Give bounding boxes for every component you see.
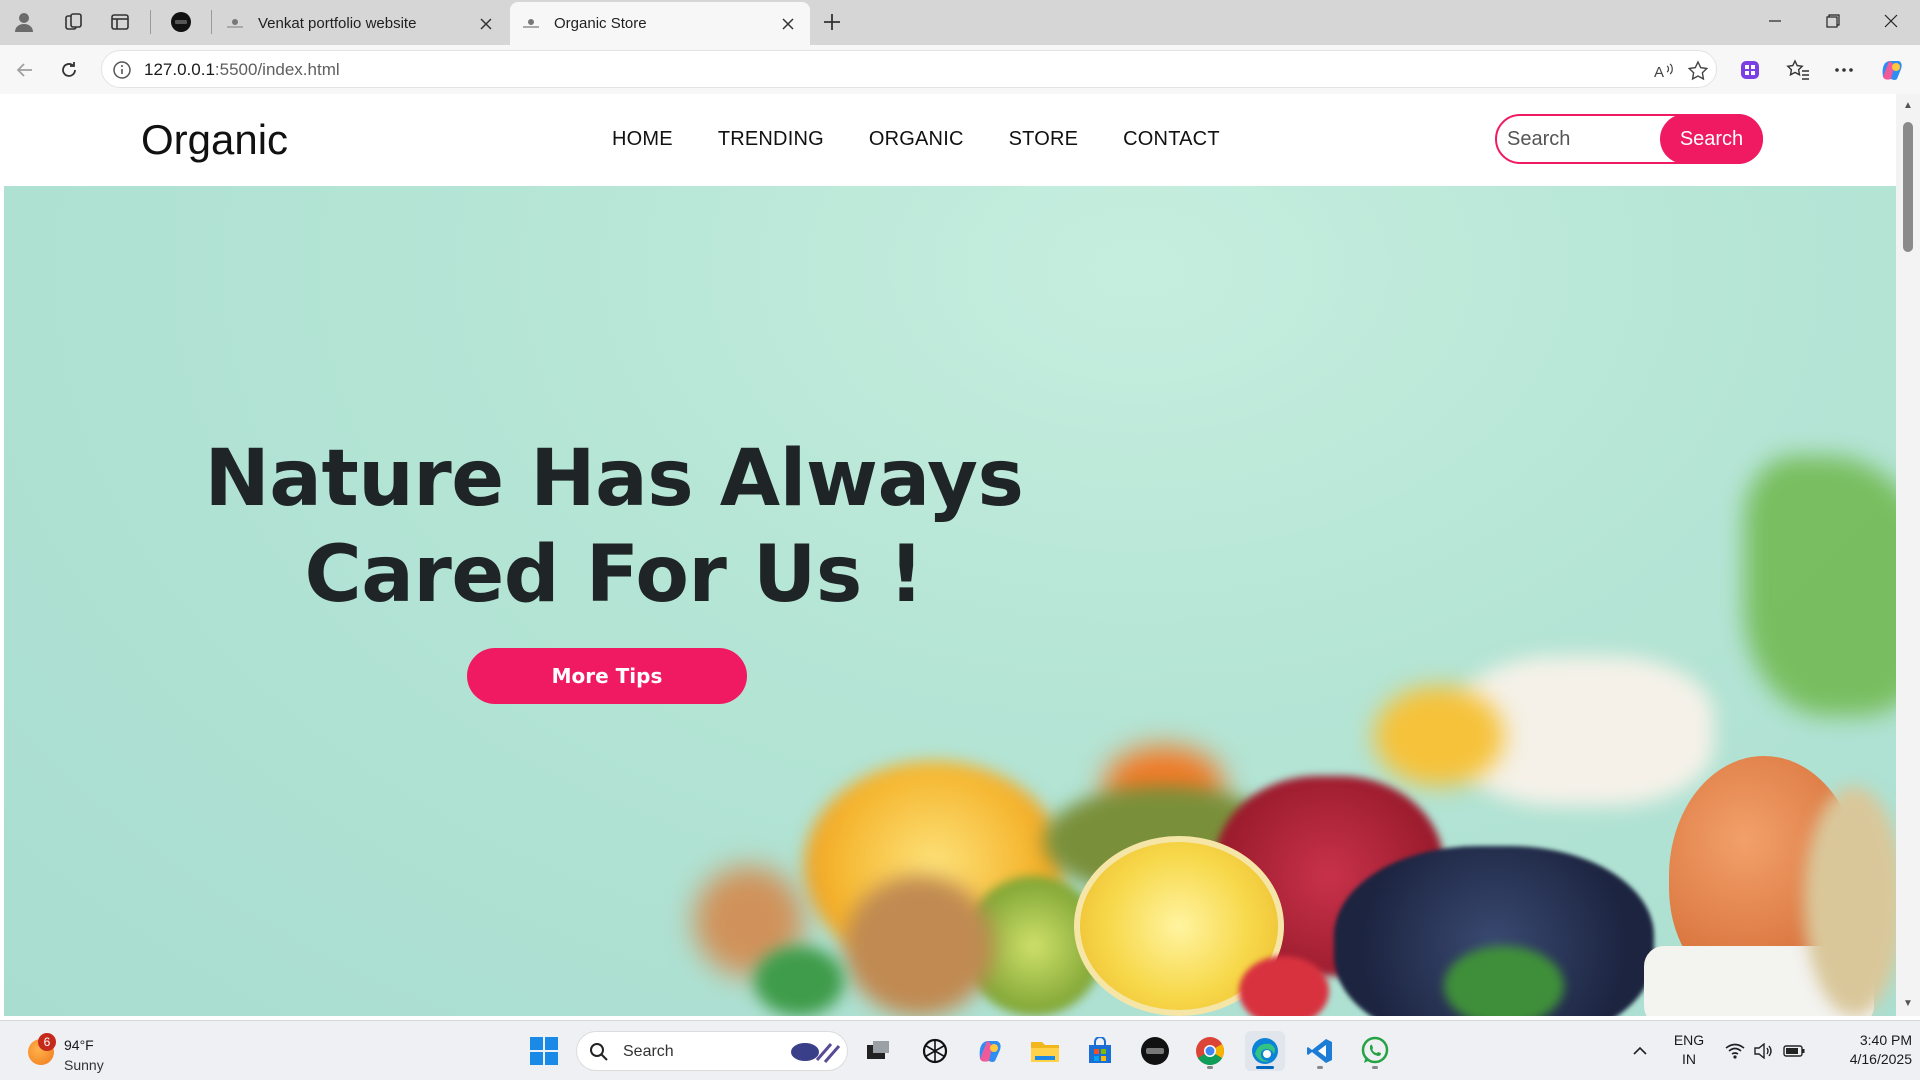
extension-icon[interactable] <box>1734 55 1766 85</box>
url-path: :5500/index.html <box>214 60 340 79</box>
site-logo[interactable]: Organic <box>141 116 288 164</box>
app-icon[interactable] <box>1135 1031 1175 1071</box>
running-indicator <box>1207 1066 1213 1069</box>
site-info-icon[interactable] <box>112 60 132 80</box>
edge-icon[interactable] <box>1245 1031 1285 1071</box>
read-aloud-icon[interactable]: A <box>1652 59 1676 83</box>
site-favicon-icon <box>522 17 540 31</box>
url-text: 127.0.0.1:5500/index.html <box>144 60 340 80</box>
site-favicon-icon <box>226 17 244 31</box>
nav-contact[interactable]: CONTACT <box>1123 128 1220 151</box>
scroll-up-icon[interactable]: ▲ <box>1902 100 1914 112</box>
vertical-tabs-icon[interactable] <box>102 6 138 38</box>
hero-headline-line2: Cared For Us ! <box>304 530 924 620</box>
wifi-icon[interactable] <box>1724 1037 1746 1065</box>
scroll-down-icon[interactable]: ▼ <box>1902 998 1914 1010</box>
nav-store[interactable]: STORE <box>1009 128 1079 151</box>
start-icon[interactable] <box>524 1031 564 1071</box>
volume-icon[interactable] <box>1752 1037 1774 1065</box>
site-navbar: Organic HOME TRENDING ORGANIC STORE CONT… <box>4 94 1896 186</box>
copilot-icon[interactable] <box>1876 55 1908 85</box>
input-language-indicator[interactable]: ENG IN <box>1664 1031 1714 1069</box>
nav-trending[interactable]: TRENDING <box>718 128 824 151</box>
close-tab-icon[interactable] <box>476 14 496 34</box>
favorites-icon[interactable] <box>1782 55 1814 85</box>
search-icon <box>589 1042 609 1062</box>
whatsapp-icon[interactable] <box>1355 1031 1395 1071</box>
browser-toolbar: 127.0.0.1:5500/index.html A <box>0 45 1920 94</box>
system-clock[interactable]: 3:40 PM 4/16/2025 <box>1812 1031 1912 1069</box>
running-indicator <box>1317 1066 1323 1069</box>
hero-headline: Nature Has Always Cared For Us ! <box>204 431 1024 623</box>
new-tab-button[interactable] <box>814 6 850 38</box>
notification-badge: 6 <box>38 1033 56 1051</box>
tab-venkat-portfolio[interactable]: Venkat portfolio website <box>214 2 508 45</box>
nav-home[interactable]: HOME <box>612 128 673 151</box>
active-indicator <box>1256 1066 1274 1069</box>
running-indicator <box>1372 1066 1378 1069</box>
vscode-icon[interactable] <box>1300 1031 1340 1071</box>
hero-banner: Nature Has Always Cared For Us ! More Ti… <box>4 186 1896 1016</box>
weather-condition: Sunny <box>64 1057 104 1073</box>
minimize-button[interactable] <box>1746 0 1804 42</box>
microsoft-store-icon[interactable] <box>1080 1031 1120 1071</box>
hero-headline-line1: Nature Has Always <box>204 434 1024 524</box>
clock-time: 3:40 PM <box>1859 1032 1912 1048</box>
copilot-icon[interactable] <box>970 1031 1010 1071</box>
more-options-icon[interactable] <box>1828 55 1860 85</box>
url-host: 127.0.0.1 <box>144 60 215 79</box>
refresh-button[interactable] <box>52 53 86 87</box>
nav-organic[interactable]: ORGANIC <box>869 128 964 151</box>
tab-title: Venkat portfolio website <box>258 15 417 32</box>
browser-tab-strip: Venkat portfolio website Organic Store <box>0 0 1920 45</box>
close-window-button[interactable] <box>1862 0 1920 42</box>
tab-organic-store[interactable]: Organic Store <box>510 2 810 45</box>
tab-title: Organic Store <box>554 15 647 32</box>
chrome-icon[interactable] <box>1190 1031 1230 1071</box>
battery-icon[interactable] <box>1782 1037 1806 1065</box>
site-search-input[interactable] <box>1507 126 1657 152</box>
more-tips-button[interactable]: More Tips <box>467 648 747 704</box>
main-menu: HOME TRENDING ORGANIC STORE CONTACT <box>612 128 1220 151</box>
weather-temperature: 94°F <box>64 1037 94 1053</box>
favorite-star-icon[interactable] <box>1686 59 1710 83</box>
region-code: IN <box>1682 1051 1696 1067</box>
show-hidden-icons-chevron-icon[interactable] <box>1630 1037 1650 1065</box>
svg-text:A: A <box>1654 64 1664 81</box>
workspaces-icon[interactable] <box>56 6 92 38</box>
back-button[interactable] <box>8 53 42 87</box>
restore-button[interactable] <box>1804 0 1862 42</box>
tab-separator <box>150 10 151 34</box>
scroll-thumb[interactable] <box>1903 122 1913 252</box>
taskbar-search-box[interactable]: Search <box>576 1031 848 1071</box>
search-highlight-icon <box>787 1038 843 1066</box>
taskbar-search-label: Search <box>623 1043 674 1060</box>
address-bar[interactable]: 127.0.0.1:5500/index.html A <box>101 50 1717 88</box>
pinned-tab-icon[interactable] <box>163 6 199 38</box>
chatgpt-icon[interactable] <box>915 1031 955 1071</box>
windows-taskbar: 6 94°F Sunny Search ENG IN 3:40 PM 4/16/… <box>0 1020 1920 1080</box>
clock-date: 4/16/2025 <box>1849 1051 1912 1067</box>
site-search-form: Search <box>1495 114 1763 164</box>
web-page: Organic HOME TRENDING ORGANIC STORE CONT… <box>4 94 1896 1016</box>
site-search-button[interactable]: Search <box>1660 114 1763 164</box>
profile-icon[interactable] <box>6 6 42 38</box>
file-explorer-icon[interactable] <box>1025 1031 1065 1071</box>
page-scrollbar[interactable]: ▲ ▼ <box>1896 94 1920 1016</box>
close-tab-icon[interactable] <box>778 14 798 34</box>
tab-separator <box>211 10 212 34</box>
language-code: ENG <box>1673 1032 1705 1048</box>
task-view-icon[interactable] <box>858 1031 898 1071</box>
weather-widget[interactable]: 6 94°F Sunny <box>24 1029 124 1073</box>
